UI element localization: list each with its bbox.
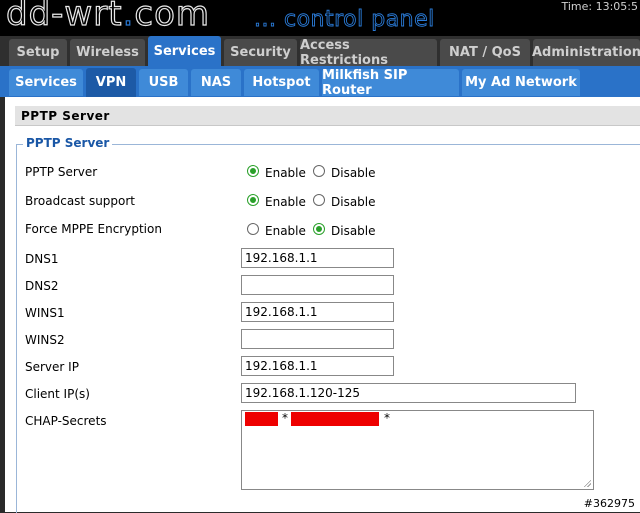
server-ip-input[interactable] bbox=[241, 356, 394, 376]
subtab-my-ad-network[interactable]: My Ad Network bbox=[462, 69, 580, 96]
logo-com: com bbox=[134, 0, 210, 35]
tab-access-restrictions[interactable]: Access Restrictions bbox=[300, 38, 437, 68]
pptp-server-disable-label: Disable bbox=[331, 166, 376, 180]
dns2-label: DNS2 bbox=[25, 279, 59, 293]
pptp-server-disable-radio[interactable] bbox=[313, 165, 325, 177]
client-ips-input[interactable] bbox=[241, 383, 576, 403]
pptp-server-label: PPTP Server bbox=[25, 165, 98, 179]
client-ips-label: Client IP(s) bbox=[25, 387, 90, 401]
dns1-input[interactable] bbox=[241, 248, 394, 268]
fieldset-legend: PPTP Server bbox=[23, 136, 113, 150]
force-mppe-disable-radio[interactable] bbox=[313, 223, 325, 235]
content-panel: PPTP Server PPTP Server PPTP Server Enab… bbox=[5, 97, 640, 513]
pptp-server-enable-label: Enable bbox=[265, 166, 306, 180]
tab-security[interactable]: Security bbox=[224, 39, 297, 66]
dd-wrt-logo: dd-wrt.com bbox=[5, 0, 210, 35]
watermark: #362975 bbox=[581, 497, 637, 510]
tab-wireless[interactable]: Wireless bbox=[70, 39, 145, 66]
main-tab-bar: Setup Wireless Services Security Access … bbox=[0, 36, 640, 68]
chap-separator: * bbox=[282, 411, 288, 425]
pptp-server-enable-radio[interactable] bbox=[247, 165, 259, 177]
sub-tab-bar: Services VPN USB NAS Hotspot Milkfish SI… bbox=[0, 66, 640, 98]
subtab-services[interactable]: Services bbox=[9, 69, 83, 96]
broadcast-support-disable-label: Disable bbox=[331, 195, 376, 209]
force-mppe-enable-radio[interactable] bbox=[247, 223, 259, 235]
header: dd-wrt.com ... control panel Time: 13:05… bbox=[0, 0, 640, 36]
subtab-vpn[interactable]: VPN bbox=[86, 68, 136, 97]
wins1-label: WINS1 bbox=[25, 306, 65, 320]
subtab-usb[interactable]: USB bbox=[139, 69, 188, 96]
chap-secrets-textarea[interactable]: * * bbox=[241, 410, 594, 490]
server-ip-label: Server IP bbox=[25, 360, 79, 374]
chap-separator: * bbox=[384, 411, 390, 425]
force-mppe-disable-label: Disable bbox=[331, 224, 376, 238]
broadcast-support-disable-radio[interactable] bbox=[313, 194, 325, 206]
section-title: PPTP Server bbox=[15, 106, 640, 126]
dns2-input[interactable] bbox=[241, 275, 394, 295]
broadcast-support-enable-label: Enable bbox=[265, 195, 306, 209]
subtab-milkfish-sip-router[interactable]: Milkfish SIP Router bbox=[322, 68, 459, 98]
subtab-hotspot[interactable]: Hotspot bbox=[244, 69, 319, 96]
broadcast-support-enable-radio[interactable] bbox=[247, 194, 259, 206]
dns1-label: DNS1 bbox=[25, 252, 59, 266]
wins1-input[interactable] bbox=[241, 302, 394, 322]
wins2-label: WINS2 bbox=[25, 333, 65, 347]
time-display: Time: 13:05:5 bbox=[561, 0, 638, 13]
redaction-box bbox=[291, 412, 379, 426]
logo-dot: . bbox=[122, 0, 135, 35]
force-mppe-label: Force MPPE Encryption bbox=[25, 222, 162, 236]
force-mppe-enable-label: Enable bbox=[265, 224, 306, 238]
subtab-nas[interactable]: NAS bbox=[191, 69, 241, 96]
tab-administration[interactable]: Administration bbox=[532, 39, 640, 66]
wins2-input[interactable] bbox=[241, 329, 394, 349]
tab-setup[interactable]: Setup bbox=[9, 39, 67, 66]
tab-nat-qos[interactable]: NAT / QoS bbox=[440, 39, 530, 66]
redaction-box bbox=[245, 412, 278, 426]
control-panel-tagline: ... control panel bbox=[254, 7, 435, 33]
tab-services[interactable]: Services bbox=[148, 36, 221, 66]
broadcast-support-label: Broadcast support bbox=[25, 194, 136, 208]
resize-grip-icon[interactable] bbox=[583, 479, 591, 487]
chap-secrets-label: CHAP-Secrets bbox=[25, 414, 107, 428]
logo-text: dd-wrt bbox=[5, 0, 123, 35]
